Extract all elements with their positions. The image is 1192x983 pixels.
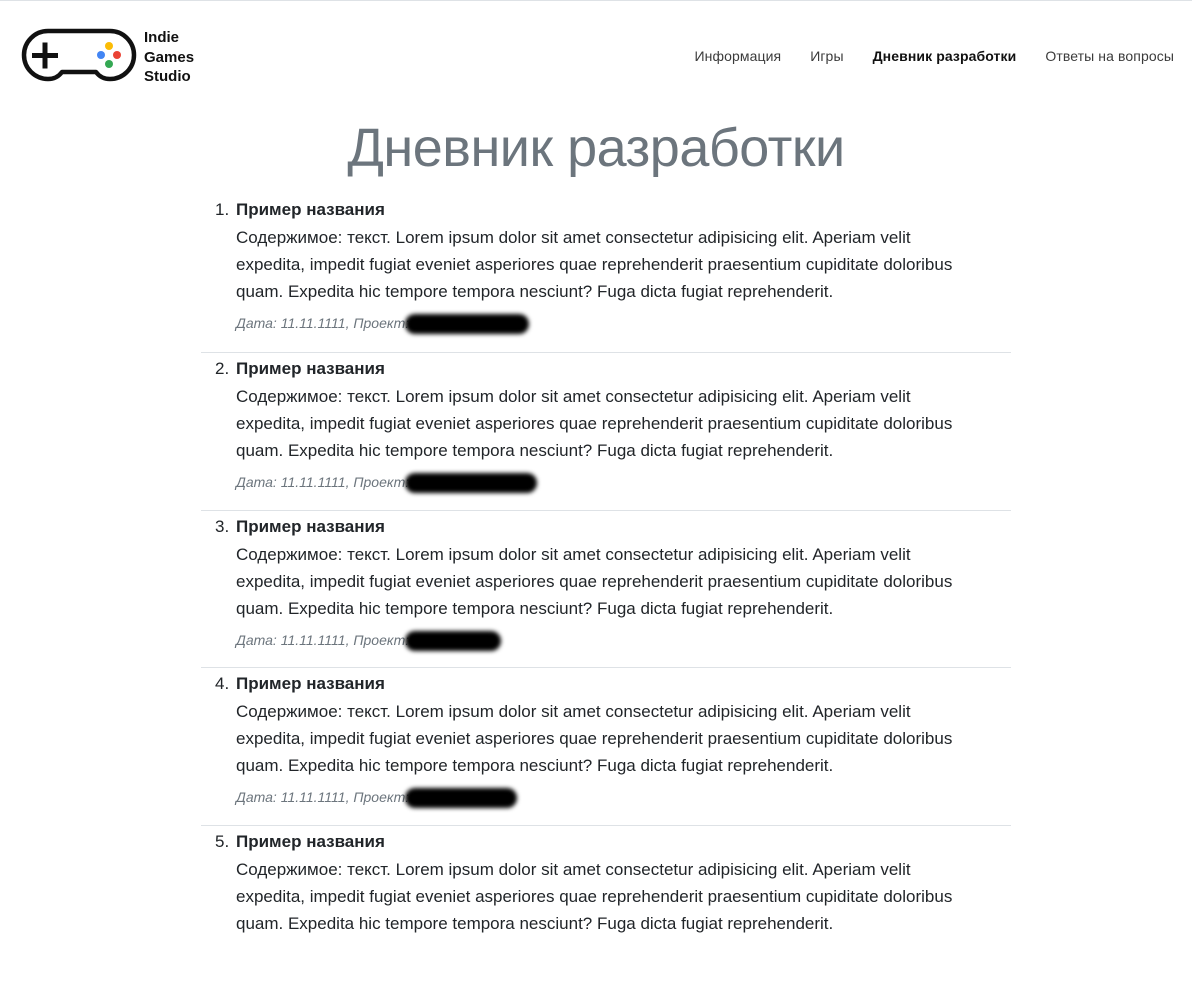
entry-meta-text: Дата: 11.11.1111, Проект:: [236, 315, 410, 331]
entry-body: Содержимое: текст. Lorem ipsum dolor sit…: [236, 860, 953, 933]
nav-item-devlog[interactable]: Дневник разработки: [858, 46, 1031, 66]
devlog-entry: 4. Пример названия Содержимое: текст. Lo…: [201, 668, 1011, 826]
entry-body: Содержимое: текст. Lorem ipsum dolor sit…: [236, 228, 953, 301]
devlog-list: 1. Пример названия Содержимое: текст. Lo…: [201, 196, 1011, 983]
page-title: Дневник разработки: [347, 118, 845, 178]
nav-item-games[interactable]: Игры: [796, 46, 858, 66]
brand-name-line3: Studio: [144, 68, 191, 85]
brand-link[interactable]: Indie Games Studio: [21, 28, 194, 85]
entry-meta: Дата: 11.11.1111, Проект:: [236, 472, 1011, 494]
entry-title: Пример названия: [236, 674, 385, 693]
brand-name-line2: Games: [144, 48, 195, 66]
green-button-dot: [105, 60, 113, 68]
red-button-dot: [113, 51, 121, 59]
brand-name-line1: Indie: [144, 29, 180, 46]
entry-meta: Дата: 11.11.1111, Проект:: [236, 313, 1011, 335]
entry-title: Пример названия: [236, 359, 385, 378]
nav-item-faq[interactable]: Ответы на вопросы: [1031, 46, 1174, 66]
entry-body: Содержимое: текст. Lorem ipsum dolor sit…: [236, 545, 953, 618]
entry-number: 1.: [215, 200, 230, 219]
nav-item-info[interactable]: Информация: [680, 46, 796, 66]
redacted-project-name: [405, 314, 530, 335]
navbar: Indie Games Studio Информация Игры Дневн…: [0, 0, 1192, 110]
redacted-project-name: [405, 631, 502, 652]
entry-meta-text: Дата: 11.11.1111, Проект:: [236, 474, 410, 490]
redacted-project-name: [405, 473, 538, 494]
devlog-entry: 5. Пример названия Содержимое: текст. Lo…: [201, 826, 1011, 983]
brand-name: Indie Games Studio: [144, 28, 224, 87]
entry-number: 2.: [215, 359, 230, 378]
entry-number: 4.: [215, 674, 230, 693]
entry-meta-text: Дата: 11.11.1111, Проект:: [236, 789, 410, 805]
entry-number: 3.: [215, 517, 230, 536]
devlog-entry: 3. Пример названия Содержимое: текст. Lo…: [201, 511, 1011, 668]
entry-body: Содержимое: текст. Lorem ipsum dolor sit…: [236, 387, 953, 460]
blue-button-dot: [97, 51, 105, 59]
entry-title: Пример названия: [236, 517, 385, 536]
main-nav: Информация Игры Дневник разработки Ответ…: [680, 46, 1174, 66]
gamepad-icon: [21, 28, 137, 82]
devlog-entry: 1. Пример названия Содержимое: текст. Lo…: [201, 196, 1011, 353]
entry-title: Пример названия: [236, 200, 385, 219]
devlog-entry: 2. Пример названия Содержимое: текст. Lo…: [201, 353, 1011, 511]
entry-meta: Дата: 11.11.1111, Проект:: [236, 787, 1011, 809]
yellow-button-dot: [105, 42, 113, 50]
entry-title: Пример названия: [236, 832, 385, 851]
entry-meta-text: Дата: 11.11.1111, Проект:: [236, 632, 410, 648]
entry-number: 5.: [215, 832, 230, 851]
entry-meta: Дата: 11.11.1111, Проект:: [236, 630, 1011, 652]
entry-body: Содержимое: текст. Lorem ipsum dolor sit…: [236, 702, 953, 775]
redacted-project-name: [405, 788, 518, 809]
